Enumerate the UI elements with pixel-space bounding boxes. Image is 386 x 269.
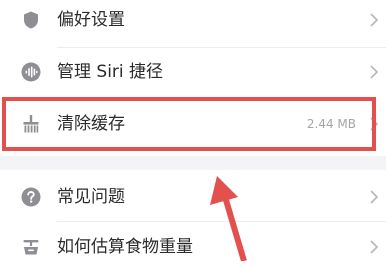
divider — [57, 221, 386, 222]
settings-item-estimate-food-weight[interactable]: 如何估算食物重量 — [0, 225, 386, 269]
scale-icon — [21, 237, 41, 257]
chevron-right-icon — [370, 13, 379, 27]
chevron-right-icon — [370, 65, 379, 79]
settings-page: 偏好设置 管理 Siri 捷径 清除缓存 2.44 MB 常见问题 如何估算食物… — [0, 0, 386, 269]
settings-item-siri-shortcuts[interactable]: 管理 Siri 捷径 — [0, 50, 386, 94]
chevron-right-icon — [370, 117, 379, 131]
settings-item-faq[interactable]: 常见问题 — [0, 175, 386, 219]
settings-item-preferences[interactable]: 偏好设置 — [0, 0, 386, 42]
settings-item-label: 管理 Siri 捷径 — [57, 62, 164, 82]
settings-item-label: 偏好设置 — [57, 10, 125, 30]
settings-item-label: 常见问题 — [57, 187, 125, 207]
divider — [57, 47, 386, 48]
shield-icon — [21, 10, 41, 30]
section-gap — [0, 156, 386, 170]
settings-item-label: 清除缓存 — [57, 114, 125, 134]
siri-waveform-icon — [21, 62, 41, 82]
settings-item-clear-cache[interactable]: 清除缓存 2.44 MB — [0, 102, 386, 146]
broom-icon — [21, 114, 41, 134]
cache-size-value: 2.44 MB — [306, 117, 356, 131]
chevron-right-icon — [370, 190, 379, 204]
question-circle-icon — [21, 187, 41, 207]
settings-item-label: 如何估算食物重量 — [57, 237, 193, 257]
chevron-right-icon — [370, 240, 379, 254]
